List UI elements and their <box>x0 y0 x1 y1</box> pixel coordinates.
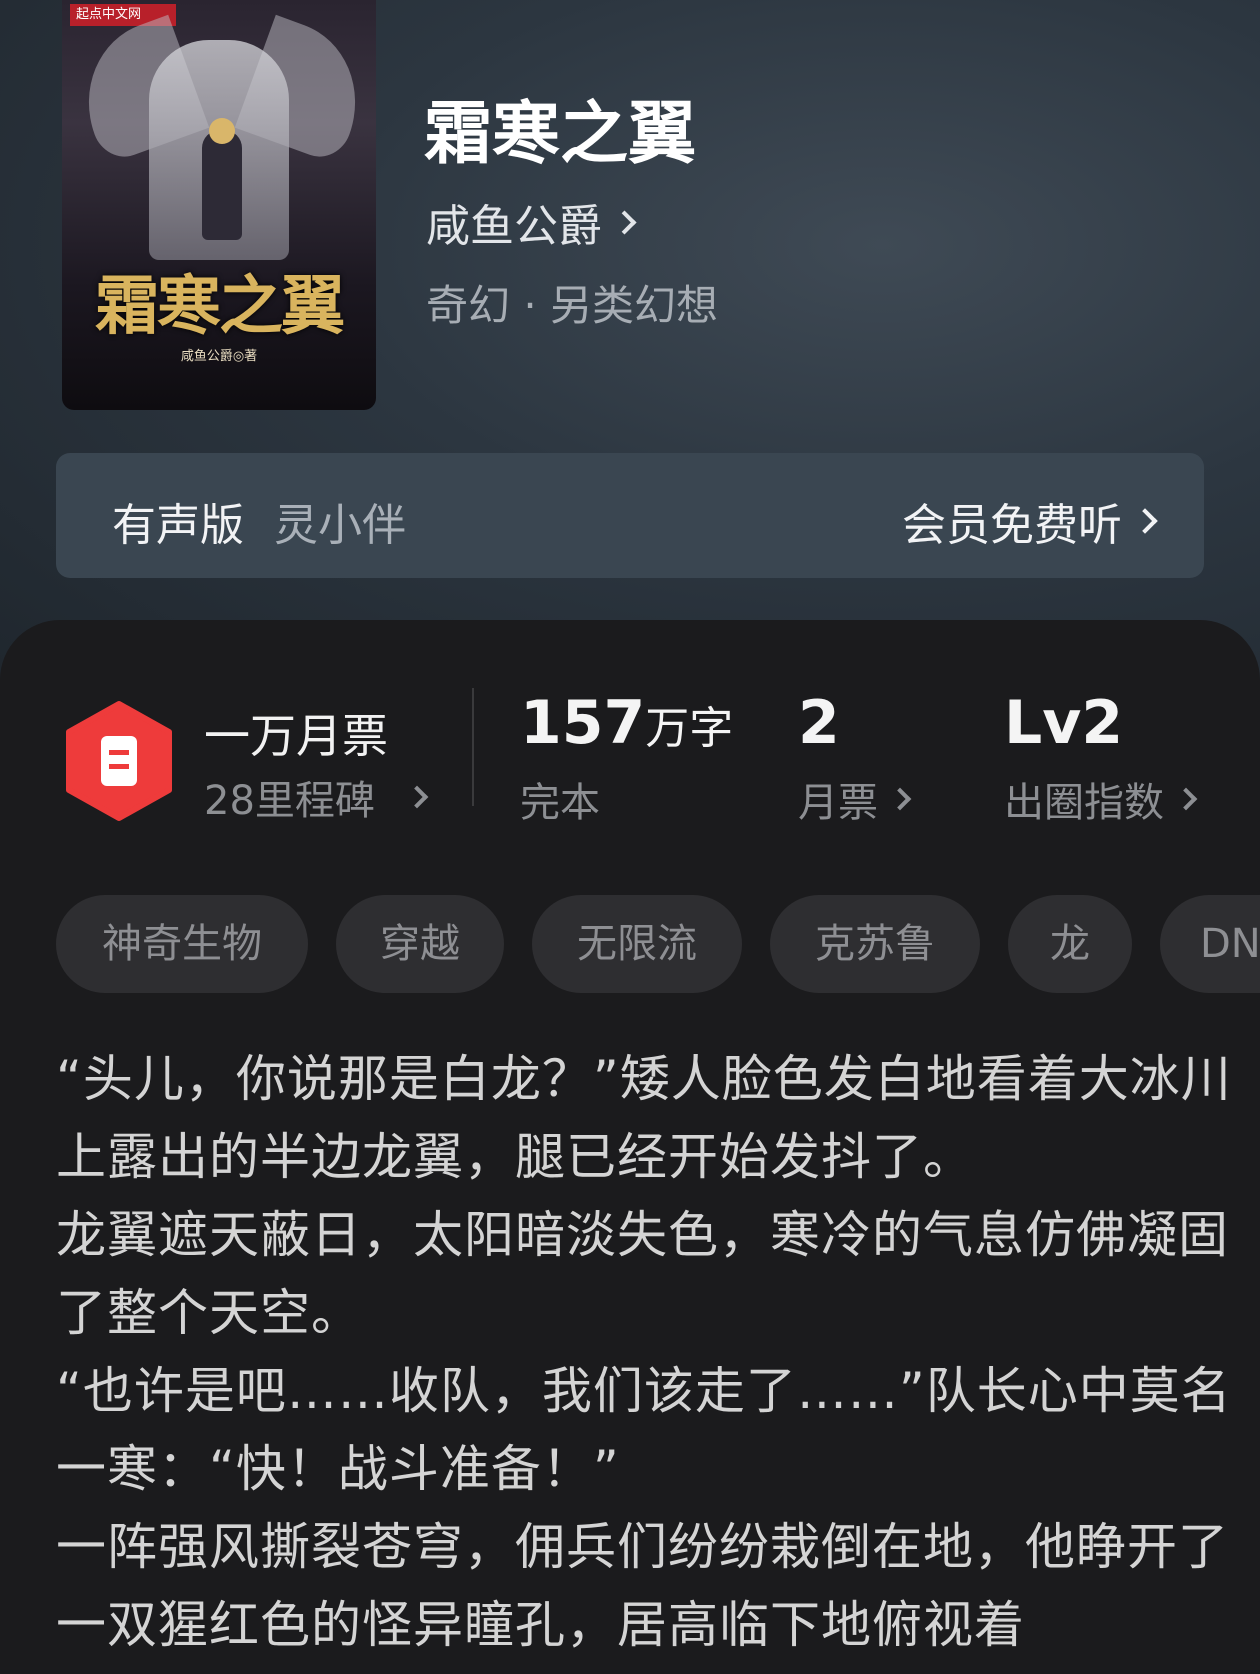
tag-list: 神奇生物 穿越 无限流 克苏鲁 龙 DN <box>56 895 1260 993</box>
book-cover[interactable]: 起点中文网 霜寒之翼 咸鱼公爵◎著 <box>62 0 376 410</box>
stat-word-count: 157万字 完本 <box>520 688 733 828</box>
book-genre: 奇幻 · 另类幻想 <box>426 281 719 330</box>
milestone-subtitle: 28里程碑 <box>204 778 375 824</box>
intro-paragraph: 一阵强风撕裂苍穹，佣兵们纷纷栽倒在地，他睁开了一双猩红色的怪异瞳孔，居高临下地俯… <box>56 1518 1229 1654</box>
cover-figure <box>202 130 242 240</box>
book-title: 霜寒之翼 <box>424 94 697 174</box>
cover-figure-head <box>209 118 235 144</box>
audiobook-bar[interactable]: 有声版 灵小伴 会员免费听 <box>56 453 1204 578</box>
tag-chip[interactable]: 龙 <box>1008 895 1132 993</box>
author-link[interactable]: 咸鱼公爵 <box>426 190 637 254</box>
chevron-right-icon <box>1132 508 1158 534</box>
chevron-right-icon <box>1174 787 1198 811</box>
milestone-title: 一万月票 <box>204 709 388 763</box>
tag-chip[interactable]: 克苏鲁 <box>770 895 980 993</box>
chevron-right-icon <box>405 785 429 809</box>
milestone-link[interactable]: 28里程碑 <box>204 768 429 826</box>
audiobook-narrator: 灵小伴 <box>274 500 406 551</box>
intro-paragraph: 龙翼遮天蔽日，太阳暗淡失色，寒冷的气息仿佛凝固了整个天空。 <box>56 1206 1229 1342</box>
stat-value: 2 <box>798 688 840 758</box>
intro-paragraph: “也许是吧……收队，我们该走了……”队长心中莫名一寒：“快！战斗准备！” <box>56 1362 1232 1498</box>
listen-free-label: 会员免费听 <box>902 500 1122 551</box>
book-intro[interactable]: “头儿，你说那是白龙？”矮人脸色发白地看着大冰川上露出的半边龙翼，腿已经开始发抖… <box>56 1040 1236 1664</box>
listen-free-button[interactable]: 会员免费听 <box>902 489 1158 553</box>
stats-divider <box>472 688 474 806</box>
chevron-right-icon <box>888 787 912 811</box>
ticket-milestone-icon <box>66 701 172 821</box>
tag-chip[interactable]: 穿越 <box>336 895 504 993</box>
intro-paragraph: “头儿，你说那是白龙？”矮人脸色发白地看着大冰川上露出的半边龙翼，腿已经开始发抖… <box>56 1050 1232 1186</box>
stat-value: 157 <box>520 688 646 758</box>
tag-chip[interactable]: DN <box>1160 895 1260 993</box>
stat-label: 出圈指数 <box>1004 780 1164 826</box>
author-name: 咸鱼公爵 <box>426 201 602 252</box>
stat-label: 月票 <box>798 780 878 826</box>
audiobook-label: 有声版 <box>112 500 244 551</box>
stat-unit: 万字 <box>645 703 734 754</box>
cover-author: 咸鱼公爵◎著 <box>180 349 258 364</box>
stat-popularity-index[interactable]: Lv2 出圈指数 <box>1004 688 1198 828</box>
stat-monthly-tickets[interactable]: 2 月票 <box>798 688 912 828</box>
tag-chip[interactable]: 无限流 <box>532 895 742 993</box>
stat-label: 完本 <box>520 780 600 826</box>
chevron-right-icon <box>612 209 637 235</box>
tag-chip[interactable]: 神奇生物 <box>56 895 308 993</box>
cover-title: 霜寒之翼 <box>95 269 345 344</box>
stat-value: Lv2 <box>1004 688 1124 758</box>
